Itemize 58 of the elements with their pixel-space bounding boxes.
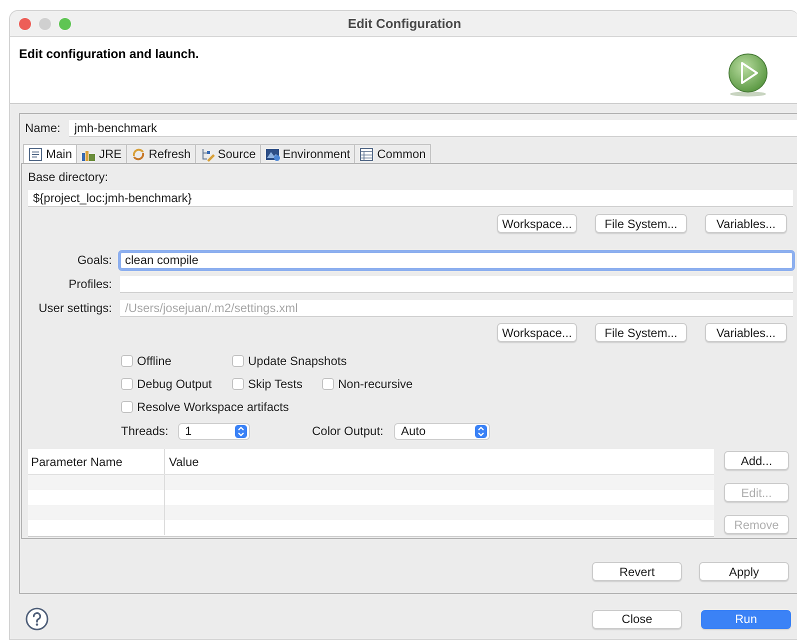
tab[interactable]: Source (196, 144, 261, 163)
tab[interactable]: Main (23, 144, 78, 163)
stepper-icon (235, 424, 247, 438)
table-icon (359, 146, 374, 162)
file-system-button[interactable]: File System... (595, 214, 687, 233)
base-directory-field[interactable]: ${project_loc:jmh-benchmark} (28, 190, 793, 207)
checkbox-label: Skip Tests (248, 376, 302, 393)
minimize-window-button[interactable] (39, 18, 51, 30)
zoom-window-button[interactable] (59, 18, 71, 30)
run-button[interactable]: Run (701, 610, 791, 628)
checkbox-label: Resolve Workspace artifacts (137, 399, 289, 416)
variables-button[interactable]: Variables... (705, 323, 787, 342)
add-button[interactable]: Add... (724, 451, 789, 470)
checkbox[interactable] (121, 401, 133, 413)
checkbox[interactable] (232, 355, 244, 367)
checkbox-label: Update Snapshots (248, 353, 347, 370)
name-label: Name: (25, 120, 60, 137)
column-header[interactable]: Parameter Name (31, 452, 122, 470)
checkbox[interactable] (322, 378, 334, 390)
input-field[interactable]: clean compile (120, 252, 793, 268)
close-button[interactable]: Close (592, 610, 682, 628)
checkbox-label: Debug Output (137, 376, 212, 393)
tab[interactable]: Common (355, 144, 431, 163)
name-field[interactable]: jmh-benchmark (69, 120, 797, 136)
apply-button[interactable]: Apply (699, 562, 789, 581)
variables-button[interactable]: Variables... (705, 214, 787, 233)
input-field[interactable] (120, 276, 793, 292)
checkbox-label: Offline (137, 353, 172, 370)
run-icon (727, 53, 769, 97)
threads-select[interactable]: 1 (178, 422, 250, 440)
header-message: Edit configuration and launch. (19, 47, 199, 61)
refresh-icon (130, 146, 146, 162)
window-title: Edit Configuration (348, 16, 462, 31)
color-output-label: Color Output: (312, 423, 384, 440)
base-directory-label: Base directory: (28, 170, 108, 184)
checkbox[interactable] (121, 378, 133, 390)
column-header[interactable]: Value (169, 454, 199, 468)
help-icon[interactable] (25, 607, 49, 631)
threads-label: Threads: (121, 423, 170, 440)
source-icon (200, 146, 215, 162)
file-system-button[interactable]: File System... (595, 323, 687, 342)
checkbox[interactable] (232, 378, 244, 390)
revert-button[interactable]: Revert (592, 562, 682, 581)
stepper-icon (475, 424, 487, 438)
checkbox[interactable] (121, 355, 133, 367)
environment-icon (264, 146, 280, 162)
workspace-button[interactable]: Workspace... (497, 323, 577, 342)
field-label: Profiles: (68, 276, 112, 293)
field-label: User settings: (38, 300, 112, 317)
field-label: Goals: (76, 252, 112, 269)
tab[interactable]: Environment (260, 144, 356, 163)
document-icon (28, 146, 43, 162)
tab[interactable]: Refresh (126, 144, 196, 163)
tab[interactable]: JRE (77, 144, 127, 163)
workspace-button[interactable]: Workspace... (497, 214, 577, 233)
checkbox-label: Non-recursive (338, 376, 413, 393)
close-window-button[interactable] (19, 18, 31, 30)
color-output-select[interactable]: Auto (394, 422, 490, 440)
